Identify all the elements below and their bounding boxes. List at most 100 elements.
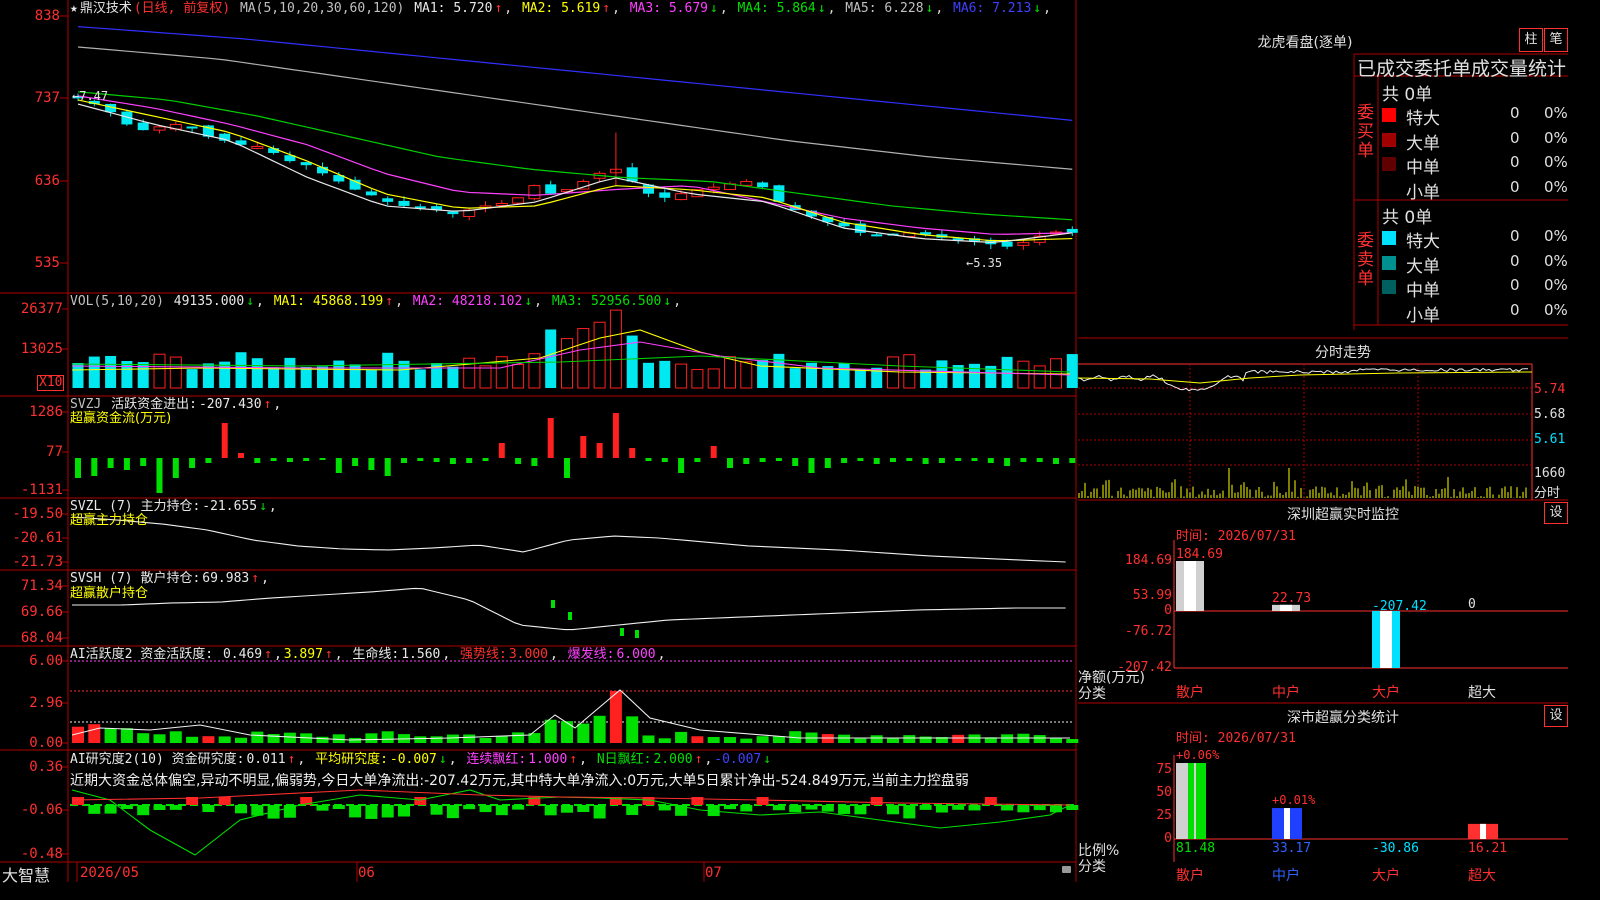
candle[interactable] xyxy=(382,196,394,206)
flow-bar[interactable] xyxy=(906,458,913,461)
candle[interactable] xyxy=(235,137,247,147)
monitor-bar-0[interactable] xyxy=(1176,561,1204,611)
research-bar[interactable] xyxy=(479,805,492,813)
volume-bar[interactable] xyxy=(333,360,345,388)
lock-icon[interactable] xyxy=(1062,866,1071,873)
flow-bar[interactable] xyxy=(417,458,424,461)
research-bar[interactable] xyxy=(88,805,101,814)
volume-bar[interactable] xyxy=(838,363,850,388)
volume-bar[interactable] xyxy=(707,368,720,389)
activity-bar[interactable] xyxy=(675,731,688,743)
monitor-settings-button[interactable]: 设 xyxy=(1544,502,1568,524)
research-bar[interactable] xyxy=(104,805,117,814)
research-bar[interactable] xyxy=(805,805,818,810)
research-bar[interactable] xyxy=(821,805,834,812)
activity-bar[interactable] xyxy=(772,736,785,743)
volume-bar[interactable] xyxy=(903,354,916,389)
candle[interactable] xyxy=(659,189,671,203)
classify-settings-button[interactable]: 设 xyxy=(1544,705,1568,727)
activity-bar[interactable] xyxy=(88,724,101,743)
research-bar[interactable] xyxy=(316,805,329,811)
volume-bar[interactable] xyxy=(1017,360,1030,389)
flow-bar[interactable] xyxy=(91,458,98,476)
flow-bar[interactable] xyxy=(303,458,310,461)
research-bar[interactable] xyxy=(935,805,948,813)
research-bar[interactable] xyxy=(1017,805,1030,813)
candle[interactable] xyxy=(936,229,948,241)
research-bar[interactable] xyxy=(463,805,476,810)
volume-bar[interactable] xyxy=(675,363,688,389)
research-bar[interactable] xyxy=(332,805,345,810)
research-bar[interactable] xyxy=(381,805,394,818)
flow-bar[interactable] xyxy=(987,458,994,463)
flow-bar[interactable] xyxy=(792,458,799,466)
activity-bar[interactable] xyxy=(186,736,199,743)
volume-bar[interactable] xyxy=(545,329,557,388)
research-bar[interactable] xyxy=(235,805,247,814)
activity-bar[interactable] xyxy=(235,737,247,743)
activity-bar[interactable] xyxy=(153,734,166,743)
candle[interactable] xyxy=(545,180,557,196)
research-bar[interactable] xyxy=(1050,805,1062,813)
research-bar[interactable] xyxy=(512,805,525,810)
flow-bar[interactable] xyxy=(286,458,293,462)
volume-bar[interactable] xyxy=(643,362,654,388)
flow-bar[interactable] xyxy=(319,458,326,460)
activity-bar[interactable] xyxy=(463,734,476,743)
flow-bar[interactable] xyxy=(384,458,391,476)
flow-bar[interactable] xyxy=(824,458,831,468)
activity-bar[interactable] xyxy=(479,738,492,743)
volume-bar[interactable] xyxy=(789,368,801,388)
volume-bar[interactable] xyxy=(561,338,573,389)
candle[interactable] xyxy=(854,220,866,236)
flow-bar[interactable] xyxy=(433,458,440,462)
research-bar[interactable] xyxy=(593,805,606,819)
flow-bar[interactable] xyxy=(971,458,978,461)
research-bar[interactable] xyxy=(968,805,981,811)
volume-bar[interactable] xyxy=(300,367,312,388)
volume-bar[interactable] xyxy=(512,364,525,389)
research-bar[interactable] xyxy=(561,805,573,813)
flow-bar[interactable] xyxy=(938,458,945,463)
activity-bar[interactable] xyxy=(1066,738,1079,743)
flow-bar[interactable] xyxy=(140,458,147,466)
activity-bar[interactable] xyxy=(512,732,525,743)
flow-bar[interactable] xyxy=(515,458,522,464)
flow-bar[interactable] xyxy=(107,458,114,468)
research-bar[interactable] xyxy=(169,805,182,810)
classify-bar-0[interactable] xyxy=(1176,763,1206,839)
research-bar[interactable] xyxy=(495,805,508,816)
activity-bar[interactable] xyxy=(446,734,459,743)
activity-bar[interactable] xyxy=(561,721,573,743)
flow-bar[interactable] xyxy=(449,458,456,464)
candle[interactable] xyxy=(333,172,345,184)
flow-bar[interactable] xyxy=(466,458,473,463)
research-bar[interactable] xyxy=(854,805,867,815)
flow-bar[interactable] xyxy=(743,458,750,464)
volume-bar[interactable] xyxy=(414,369,426,388)
research-bar[interactable] xyxy=(772,805,785,811)
flow-bar[interactable] xyxy=(678,458,685,473)
flow-bar[interactable] xyxy=(75,458,81,478)
research-bar[interactable] xyxy=(919,805,932,810)
volume-bar[interactable] xyxy=(72,362,84,388)
flow-bar[interactable] xyxy=(238,453,244,458)
volume-bar[interactable] xyxy=(186,369,198,388)
flow-bar[interactable] xyxy=(335,458,342,473)
flow-bar[interactable] xyxy=(661,458,668,462)
flow-bar[interactable] xyxy=(482,458,489,461)
flow-bar[interactable] xyxy=(254,458,261,463)
flow-bar[interactable] xyxy=(612,413,619,458)
flow-bar[interactable] xyxy=(270,458,277,461)
activity-bar[interactable] xyxy=(854,738,867,743)
activity-bar[interactable] xyxy=(283,732,296,743)
monitor-bar-2[interactable] xyxy=(1372,611,1400,668)
activity-bar[interactable] xyxy=(495,735,508,743)
research-bar[interactable] xyxy=(789,805,802,813)
flow-bar[interactable] xyxy=(873,458,880,464)
volume-bar[interactable] xyxy=(593,321,606,389)
flow-bar[interactable] xyxy=(1036,458,1043,462)
activity-bar[interactable] xyxy=(593,715,606,743)
research-bar[interactable] xyxy=(838,805,851,814)
flow-bar[interactable] xyxy=(1053,458,1059,464)
